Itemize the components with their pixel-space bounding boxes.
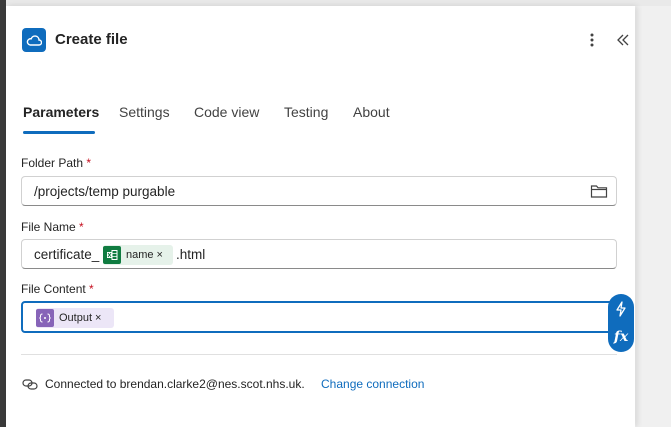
folder-icon[interactable] [590, 183, 608, 199]
remove-token-icon[interactable]: × [157, 249, 163, 261]
tab-parameters[interactable]: Parameters [23, 104, 99, 120]
change-connection-link[interactable]: Change connection [321, 377, 424, 391]
panel-title: Create file [55, 31, 128, 48]
excel-icon [103, 246, 121, 264]
insert-content-buttons: fx [608, 294, 634, 352]
required-marker: * [79, 220, 84, 234]
tab-testing[interactable]: Testing [284, 104, 328, 120]
panel-header: Create file [22, 28, 629, 54]
file-content-token[interactable]: Output × [36, 308, 114, 328]
folder-path-value: /projects/temp purgable [34, 184, 176, 199]
folder-path-label: Folder Path * [21, 156, 92, 170]
connection-link-icon [22, 377, 38, 396]
tab-code-view[interactable]: Code view [194, 104, 259, 120]
file-content-input[interactable]: Output × [21, 301, 617, 333]
file-content-label: File Content * [21, 282, 94, 296]
collapse-panel-icon[interactable] [613, 30, 633, 50]
variable-icon [36, 309, 54, 327]
onedrive-cloud-icon [22, 28, 46, 52]
file-name-input[interactable]: certificate_ name × .html [21, 239, 617, 269]
file-name-label: File Name * [21, 220, 84, 234]
required-marker: * [89, 282, 94, 296]
active-tab-indicator [23, 131, 95, 134]
token-label: name [126, 249, 154, 261]
lightning-icon[interactable] [608, 296, 634, 322]
connection-text: Connected to brendan.clarke2@nes.scot.nh… [45, 377, 305, 391]
divider [21, 354, 617, 355]
folder-path-input[interactable]: /projects/temp purgable [21, 176, 617, 206]
file-name-token[interactable]: name × [103, 245, 173, 265]
file-name-prefix: certificate_ [34, 247, 100, 262]
remove-token-icon[interactable]: × [95, 312, 101, 324]
file-name-suffix: .html [176, 247, 206, 262]
expression-fx-button[interactable]: fx [608, 324, 634, 350]
canvas-background [636, 6, 671, 427]
tab-settings[interactable]: Settings [119, 104, 170, 120]
tab-about[interactable]: About [353, 104, 390, 120]
action-details-panel: Create file Parameters Settings Code vie… [6, 6, 635, 427]
more-options-icon[interactable] [584, 30, 600, 50]
required-marker: * [86, 156, 92, 170]
token-label: Output [59, 312, 93, 324]
